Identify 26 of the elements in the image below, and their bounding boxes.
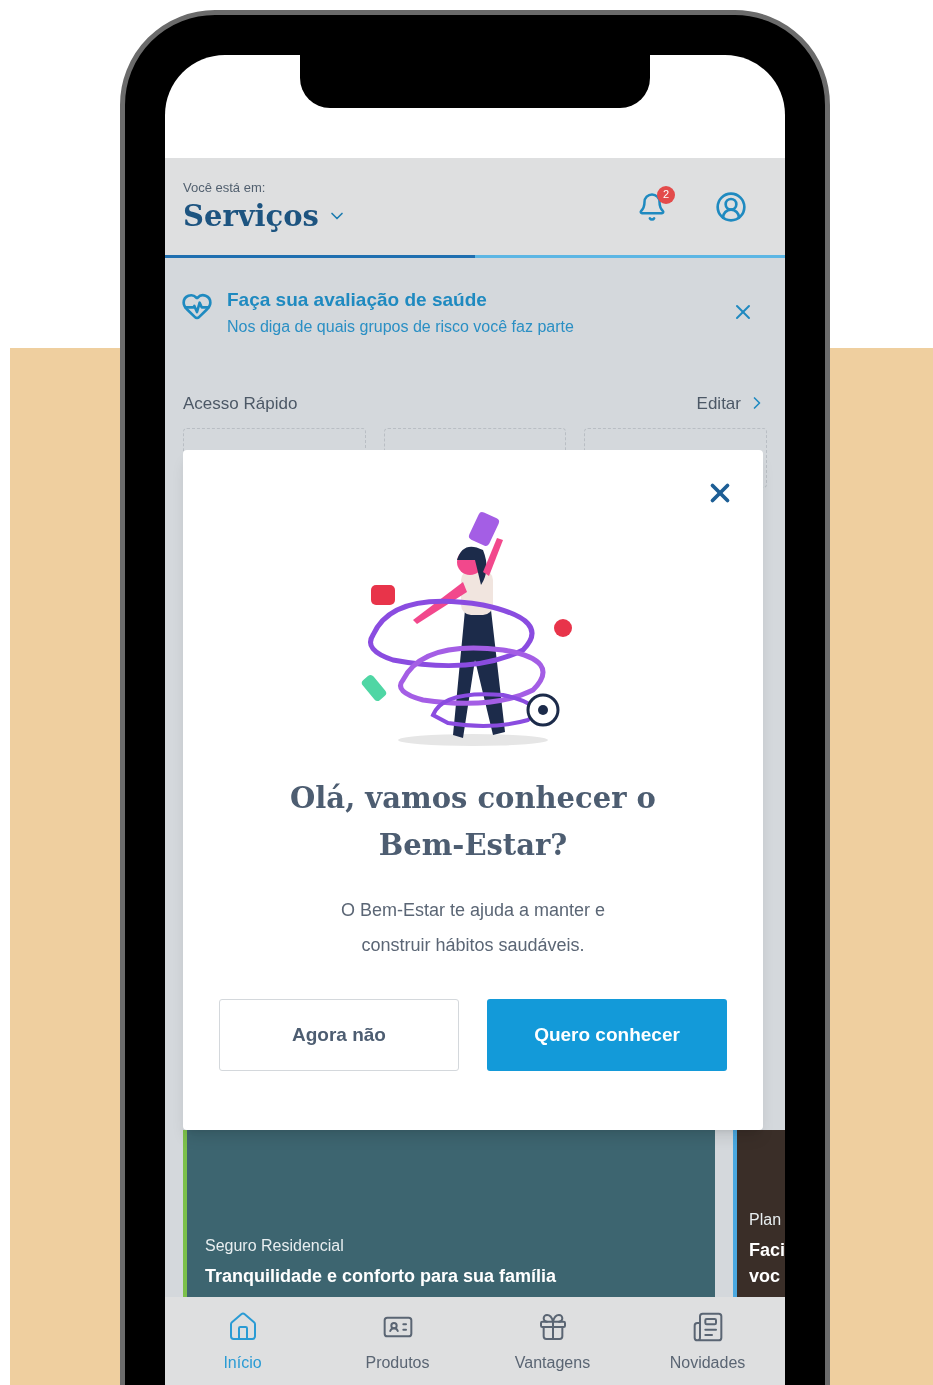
banner-title: Faça sua avaliação de saúde: [227, 288, 488, 312]
promo-card[interactable]: Seguro Residencial Tranquilidade e conforto para sua família: [183, 1130, 715, 1297]
notifications-button[interactable]: 2: [629, 183, 675, 230]
card-eyebrow: Plan: [749, 1210, 783, 1230]
profile-icon[interactable]: [715, 190, 747, 223]
card-headline: Faci voc: [749, 1239, 785, 1288]
dialog-title: Olá, vamos conhecer o Bem-Estar?: [289, 780, 657, 864]
notification-badge: 2: [657, 185, 675, 204]
nav-tab[interactable]: Novidades: [652, 1311, 763, 1375]
location-caption: Você está em:: [183, 178, 267, 197]
newspaper-icon: [691, 1311, 724, 1343]
section-title: Acesso Rápido: [183, 392, 298, 415]
confirm-button[interactable]: Quero conhecer: [487, 999, 727, 1071]
bell-icon: [637, 191, 667, 222]
promo-card[interactable]: Plan Faci voc: [733, 1130, 785, 1297]
edit-link[interactable]: Editar: [696, 390, 767, 416]
banner-subtitle: Nos diga de quais grupos de risco você faz parte: [227, 316, 575, 337]
card-eyebrow: Seguro Residencial: [205, 1236, 345, 1256]
nav-tab[interactable]: Início: [187, 1311, 298, 1375]
dismiss-button[interactable]: Agora não: [219, 999, 459, 1071]
card-headline: Tranquilidade e conforto para sua família: [205, 1265, 558, 1288]
nav-tab[interactable]: Vantagens: [497, 1311, 608, 1375]
health-banner[interactable]: Faça sua avaliação de saúde Nos diga de quais grupos de risco você faz parte: [165, 258, 785, 339]
nav-tab[interactable]: Produtos: [342, 1311, 453, 1375]
dialog-body: O Bem-Estar te ajuda a manter e construir hábitos saudáveis.: [339, 899, 607, 957]
section-selector[interactable]: Serviços: [183, 197, 347, 236]
